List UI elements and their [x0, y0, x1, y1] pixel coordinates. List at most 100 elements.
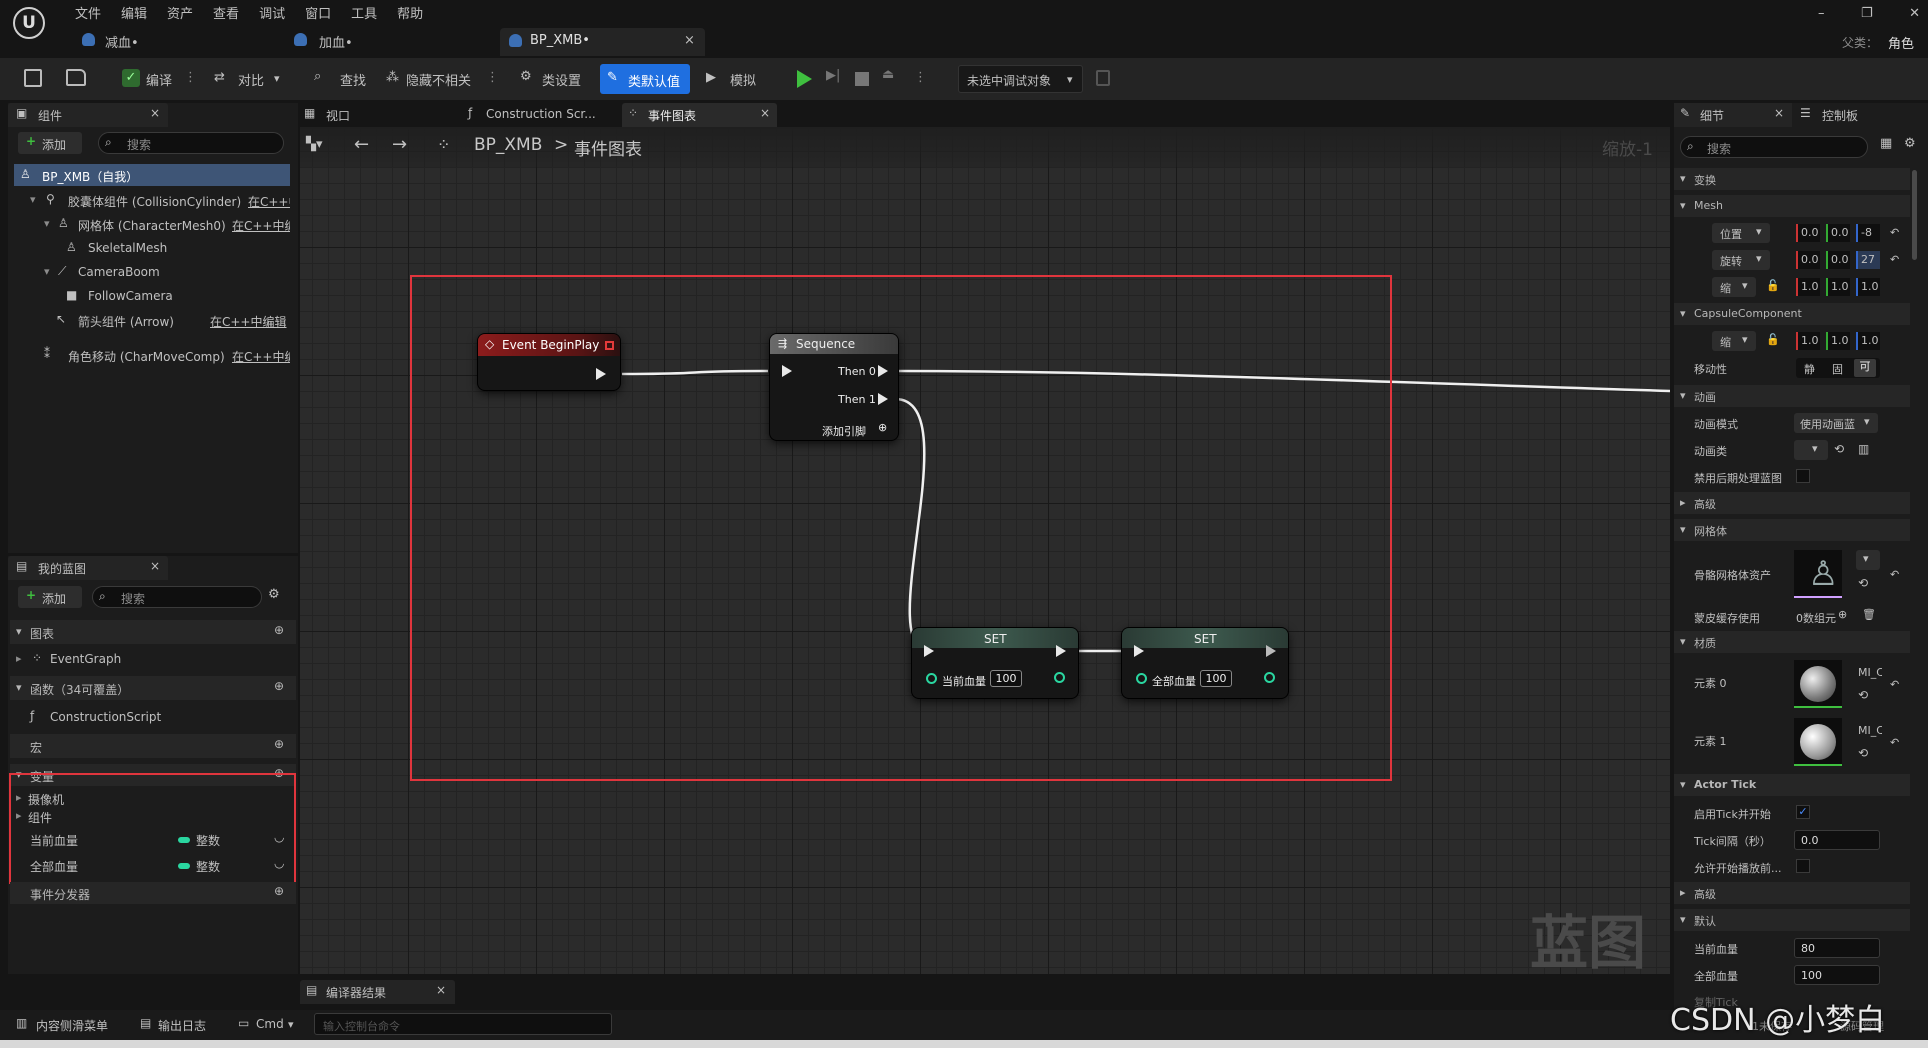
capsule-scale-z[interactable]: 1.0 — [1856, 332, 1880, 350]
compile-options-icon[interactable]: ⋮ — [184, 70, 197, 85]
hide-unrelated-button[interactable]: ⁂ 隐藏不相关 — [384, 66, 494, 92]
add-circle-icon[interactable]: ⊕ — [1838, 608, 1847, 621]
parent-class-value[interactable]: 角色 — [1888, 33, 1914, 52]
menu-asset[interactable]: 资产 — [167, 3, 193, 22]
capsule-scale-dropdown[interactable]: 缩 ▾ — [1712, 331, 1756, 351]
details-search-input[interactable]: ⌕ 搜索 — [1680, 136, 1868, 158]
play-icon[interactable] — [797, 70, 812, 88]
gear-icon[interactable]: ⚙ — [268, 587, 280, 602]
components-search-input[interactable]: ⌕ 搜索 — [98, 132, 284, 154]
reset-icon[interactable]: ↶ — [1890, 226, 1899, 239]
location-z[interactable]: -8 — [1856, 224, 1880, 242]
add-circle-icon[interactable]: ⊕ — [274, 679, 284, 693]
material1-thumbnail[interactable] — [1794, 718, 1842, 766]
compiler-results-tab[interactable]: ▤ 编译器结果 × — [300, 980, 455, 1004]
location-y[interactable]: 0.0 — [1826, 224, 1850, 242]
find-button[interactable]: ⌕ 查找 — [312, 66, 387, 92]
debug-target-dropdown[interactable]: 未选中调试对象 ▾ — [958, 65, 1083, 93]
table-view-icon[interactable]: ▦ — [1880, 136, 1892, 151]
restore-icon[interactable]: ❐ — [1861, 6, 1873, 24]
expand-arrow-icon[interactable]: ▾ — [44, 217, 50, 230]
details-section-mesh-asset[interactable]: ▾ 网格体 — [1674, 519, 1910, 541]
rotation-x[interactable]: 0.0 — [1796, 251, 1820, 269]
diff-button[interactable]: ⇄ 对比 ▾ — [212, 66, 287, 92]
rotation-dropdown[interactable]: 旋转 ▾ — [1712, 250, 1770, 270]
tab-event-graph[interactable]: ⁘ 事件图表 × — [622, 103, 777, 127]
menu-debug[interactable]: 调试 — [259, 3, 285, 22]
tick-start-checkbox[interactable]: ✓ — [1796, 805, 1810, 819]
details-section-actor-tick[interactable]: ▾ Actor Tick — [1674, 774, 1910, 796]
rotation-y[interactable]: 0.0 — [1826, 251, 1850, 269]
browse-icon[interactable] — [66, 69, 86, 86]
menu-view[interactable]: 查看 — [213, 3, 239, 22]
mobility-static[interactable]: 静 — [1804, 361, 1815, 377]
reset-icon[interactable]: ↶ — [1890, 736, 1899, 749]
component-row-arrow[interactable]: ↖ 箭头组件 (Arrow) 在C++中编辑 — [14, 309, 290, 331]
close-icon[interactable]: × — [150, 559, 160, 573]
rotation-z[interactable]: 27 — [1856, 251, 1880, 269]
class-settings-button[interactable]: ⚙ 类设置 — [516, 66, 596, 92]
menu-window[interactable]: 窗口 — [305, 3, 331, 22]
use-selected-icon[interactable]: ⟲ — [1858, 746, 1868, 760]
current-hp-input[interactable]: 80 — [1794, 938, 1880, 958]
play-options-icon[interactable]: ⋮ — [914, 70, 927, 85]
close-icon[interactable]: × — [150, 106, 160, 120]
reset-icon[interactable]: ↶ — [1890, 678, 1899, 691]
simulate-button[interactable]: ▶ 模拟 — [704, 66, 768, 92]
browse-icon[interactable]: ▥ — [1858, 442, 1869, 456]
mobility-toggle[interactable]: 静 固 可 — [1796, 358, 1880, 378]
menu-tools[interactable]: 工具 — [351, 3, 377, 22]
add-circle-icon[interactable]: ⊕ — [274, 737, 284, 751]
step-icon[interactable]: ▶| — [826, 68, 840, 83]
console-command-input[interactable]: 输入控制台命令 — [314, 1013, 612, 1035]
details-section-mesh[interactable]: ▾ Mesh — [1674, 195, 1910, 217]
close-icon[interactable]: × — [1774, 106, 1784, 120]
component-row-mesh[interactable]: ▾ ♙ 网格体 (CharacterMesh0) 在C++中编 — [14, 213, 290, 235]
total-hp-input[interactable]: 100 — [1794, 965, 1880, 985]
add-circle-icon[interactable]: ⊕ — [274, 623, 284, 637]
content-drawer-button[interactable]: ▥ 内容侧滑菜单 — [14, 1013, 124, 1035]
component-row-capsule[interactable]: ▾ ⚲ 胶囊体组件 (CollisionCylinder) 在C++中 — [14, 189, 290, 211]
section-graphs[interactable]: ▾ 图表 ⊕ — [10, 620, 296, 644]
use-selected-icon[interactable]: ⟲ — [1858, 688, 1868, 702]
stop-icon[interactable] — [855, 72, 869, 86]
compile-button[interactable]: ✓ 编译 — [118, 66, 190, 92]
use-selected-icon[interactable]: ⟲ — [1834, 442, 1844, 456]
details-section-defaults[interactable]: ▾ 默认 — [1674, 909, 1910, 931]
component-row-skeletal[interactable]: ♙ SkeletalMesh — [14, 237, 290, 259]
details-section-advanced[interactable]: ▸ 高级 — [1674, 492, 1910, 514]
gear-icon[interactable]: ⚙ — [1904, 136, 1916, 151]
add-component-button[interactable]: + 添加 — [18, 132, 82, 154]
my-blueprint-search-input[interactable]: ⌕ 搜索 — [92, 586, 262, 608]
close-icon[interactable]: × — [436, 983, 446, 997]
output-log-button[interactable]: ▤ 输出日志 — [138, 1013, 218, 1035]
tab-palette[interactable]: ☰ 控制板 — [1794, 103, 1912, 127]
cmd-dropdown[interactable]: ▭ Cmd ▾ — [236, 1013, 302, 1035]
eject-icon[interactable]: ⏏ — [882, 67, 894, 82]
edit-in-cpp-link[interactable]: 在C++中编 — [232, 217, 290, 234]
edit-in-cpp-link[interactable]: 在C++中编 — [232, 348, 290, 365]
material0-thumbnail[interactable] — [1794, 660, 1842, 708]
anim-mode-dropdown[interactable]: 使用动画蓝 ▾ — [1794, 413, 1878, 433]
location-dropdown[interactable]: 位置 ▾ — [1712, 223, 1770, 243]
component-row-cameraboom[interactable]: ▾ ⟋ CameraBoom — [14, 261, 290, 283]
expand-arrow-icon[interactable]: ▾ — [44, 265, 50, 278]
scale-x[interactable]: 1.0 — [1796, 278, 1820, 296]
scale-y[interactable]: 1.0 — [1826, 278, 1850, 296]
edit-in-cpp-link[interactable]: 在C++中 — [248, 193, 290, 210]
close-icon[interactable]: × — [684, 33, 695, 48]
scale-z[interactable]: 1.0 — [1856, 278, 1880, 296]
details-section-transform[interactable]: ▾ 变换 — [1674, 168, 1910, 190]
trash-icon[interactable]: 🗑 — [1862, 608, 1876, 621]
doc-tab-jianxue[interactable]: 减血• — [75, 30, 275, 54]
details-section-materials[interactable]: ▾ 材质 — [1674, 631, 1910, 653]
disable-post-checkbox[interactable] — [1796, 469, 1810, 483]
details-section-capsule[interactable]: ▾ CapsuleComponent — [1674, 303, 1910, 325]
lock-icon[interactable]: 🔓 — [1766, 279, 1780, 292]
reset-icon[interactable]: ↶ — [1890, 253, 1899, 266]
class-defaults-button[interactable]: ✎ 类默认值 — [600, 64, 690, 94]
tab-viewport[interactable]: ▦ 视口 — [300, 103, 455, 127]
details-section-advanced2[interactable]: ▸ 高级 — [1674, 882, 1910, 904]
allow-tick-checkbox[interactable] — [1796, 859, 1810, 873]
debug-select-icon[interactable] — [1096, 70, 1110, 86]
